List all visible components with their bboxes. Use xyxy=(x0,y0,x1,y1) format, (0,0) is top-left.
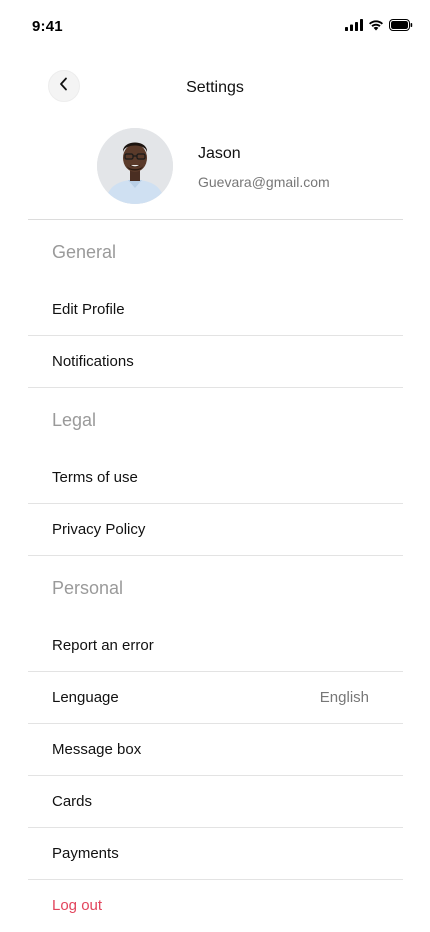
section-header-general: General xyxy=(52,242,117,262)
edit-profile-item[interactable]: Edit Profile xyxy=(28,284,403,335)
signal-icon xyxy=(345,19,363,31)
privacy-policy-item[interactable]: Privacy Policy xyxy=(28,504,403,555)
settings-list: General Edit Profile Notifications Legal… xyxy=(28,220,403,931)
status-icons xyxy=(345,18,413,32)
cards-item[interactable]: Cards xyxy=(28,776,403,827)
status-bar: 9:41 xyxy=(0,0,430,54)
list-item-label: Notifications xyxy=(52,353,134,370)
report-error-item[interactable]: Report an error xyxy=(28,620,403,671)
profile-name: Jason xyxy=(198,145,241,162)
notifications-item[interactable]: Notifications xyxy=(28,336,403,387)
logout-label: Log out xyxy=(52,897,103,914)
language-item[interactable]: Lenguage English xyxy=(28,672,403,723)
page-title: Settings xyxy=(186,79,244,96)
profile-card: Jason Guevara@gmail.com xyxy=(0,128,430,206)
status-time: 9:41 xyxy=(32,18,63,35)
list-item-label: Lenguage xyxy=(52,689,119,706)
list-item-label: Privacy Policy xyxy=(52,521,146,538)
terms-of-use-item[interactable]: Terms of use xyxy=(28,452,403,503)
header: Settings xyxy=(0,70,430,106)
payments-item[interactable]: Payments xyxy=(28,828,403,879)
section-header-legal: Legal xyxy=(52,410,97,430)
list-item-label: Terms of use xyxy=(52,469,138,486)
list-item-label: Payments xyxy=(52,845,119,862)
language-value: English xyxy=(319,689,369,706)
list-item-label: Edit Profile xyxy=(52,301,125,318)
list-item-label: Message box xyxy=(52,741,142,758)
list-item-label: Report an error xyxy=(52,637,154,654)
profile-email: Guevara@gmail.com xyxy=(198,174,330,190)
avatar[interactable] xyxy=(97,128,173,204)
message-box-item[interactable]: Message box xyxy=(28,724,403,775)
logout-button[interactable]: Log out xyxy=(28,880,403,931)
battery-icon xyxy=(389,19,413,31)
section-header-personal: Personal xyxy=(52,578,124,598)
wifi-icon xyxy=(368,19,384,31)
list-item-label: Cards xyxy=(52,793,93,810)
